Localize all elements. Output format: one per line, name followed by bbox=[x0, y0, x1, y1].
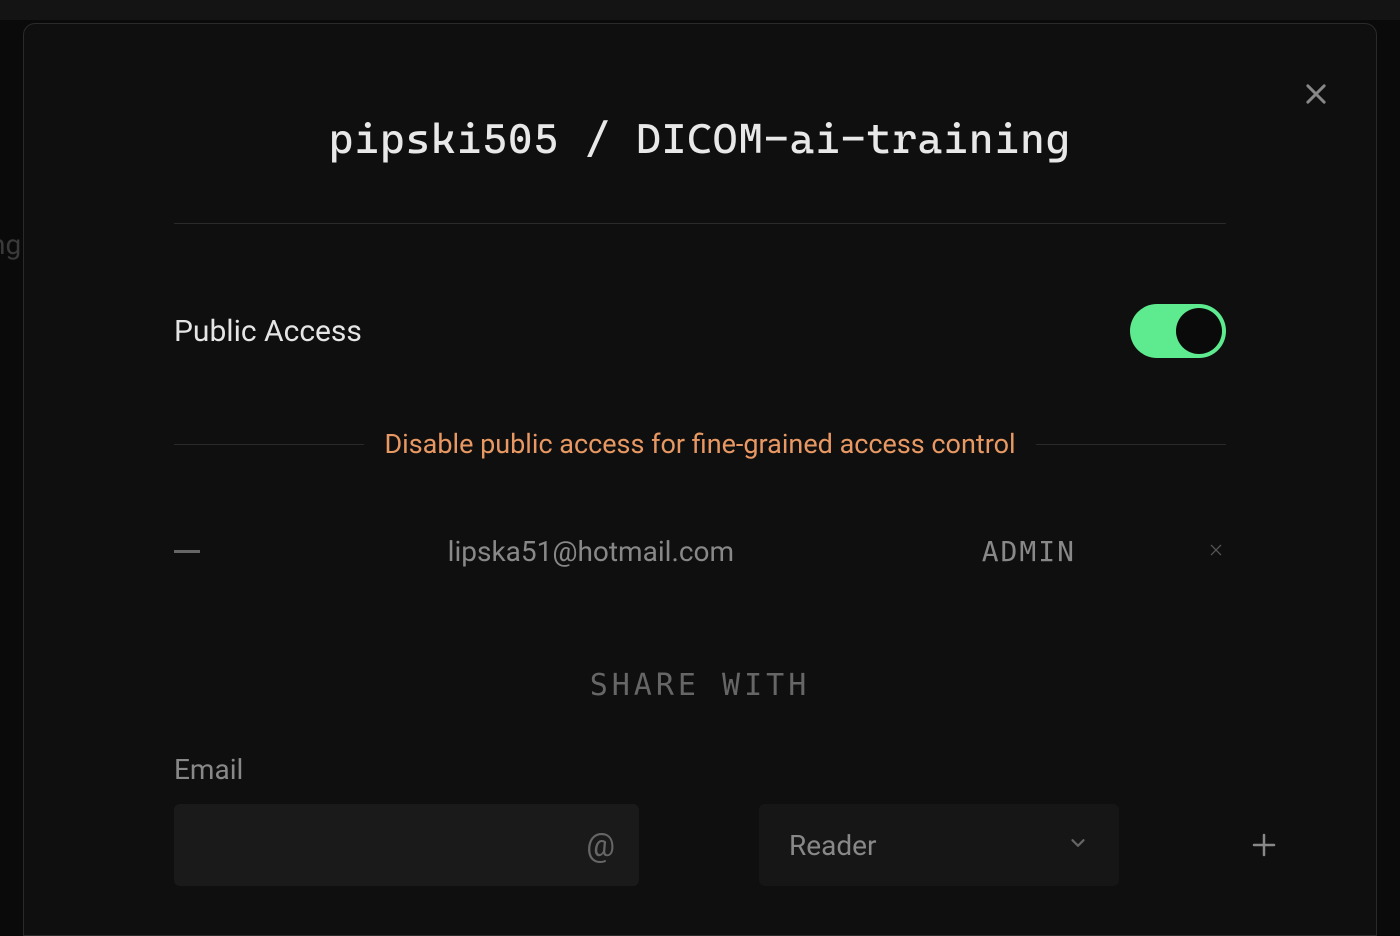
remove-user-button[interactable] bbox=[1206, 539, 1226, 564]
role-select-label: Reader bbox=[789, 829, 876, 862]
toggle-knob bbox=[1176, 308, 1222, 354]
notice-line-left bbox=[174, 444, 364, 445]
public-access-row: Public Access bbox=[174, 224, 1226, 428]
notice-row: Disable public access for fine-grained a… bbox=[174, 428, 1226, 460]
at-icon: @ bbox=[586, 826, 615, 864]
backdrop-text-left: ng bbox=[0, 228, 21, 261]
email-input[interactable] bbox=[174, 804, 639, 886]
backdrop-header bbox=[0, 0, 1400, 20]
plus-icon bbox=[1249, 830, 1279, 860]
add-user-button[interactable] bbox=[1239, 804, 1289, 886]
user-row: lipska51@hotmail.com ADMIN bbox=[174, 460, 1226, 588]
dash-icon bbox=[174, 550, 200, 553]
close-button[interactable] bbox=[1296, 74, 1336, 114]
role-select[interactable]: Reader bbox=[759, 804, 1119, 886]
share-with-heading: SHARE WITH bbox=[174, 588, 1226, 753]
notice-line-right bbox=[1036, 444, 1226, 445]
email-input-wrap: @ bbox=[174, 804, 639, 886]
modal-title: pipski505 / DICOM-ai-training bbox=[174, 24, 1226, 223]
email-label: Email bbox=[174, 753, 1226, 786]
public-access-toggle[interactable] bbox=[1130, 304, 1226, 358]
user-role: ADMIN bbox=[982, 535, 1076, 568]
notice-text: Disable public access for fine-grained a… bbox=[384, 428, 1015, 460]
remove-icon bbox=[1208, 542, 1224, 558]
close-icon bbox=[1302, 80, 1330, 108]
user-email: lipska51@hotmail.com bbox=[220, 535, 962, 568]
public-access-label: Public Access bbox=[174, 314, 362, 349]
chevron-down-icon bbox=[1067, 832, 1089, 858]
share-modal: pipski505 / DICOM-ai-training Public Acc… bbox=[23, 23, 1377, 936]
share-form: @ Reader bbox=[174, 804, 1226, 886]
